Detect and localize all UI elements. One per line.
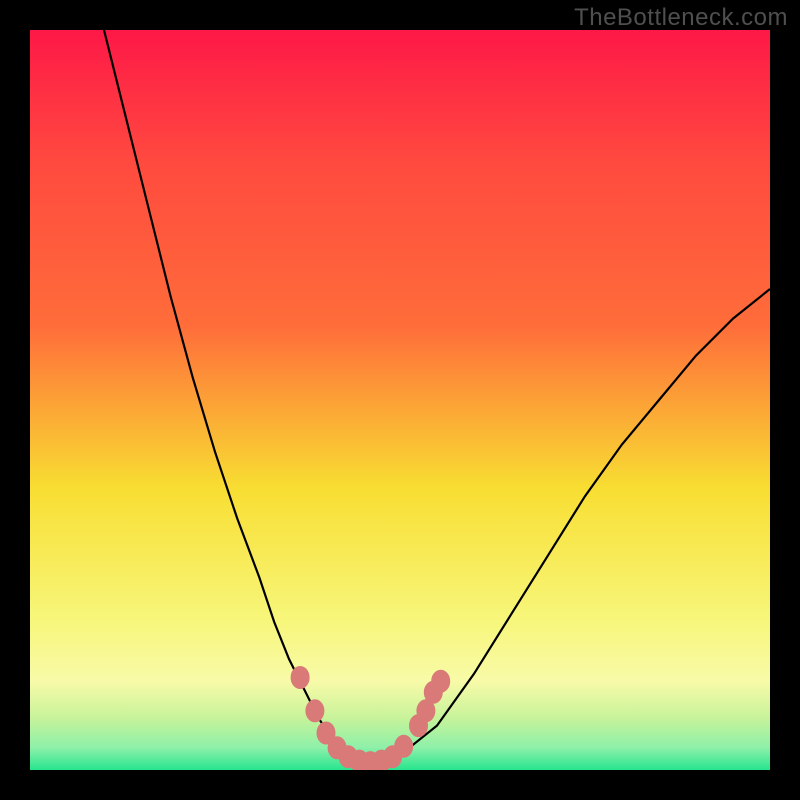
- curve-marker: [306, 700, 324, 722]
- chart-svg: [30, 30, 770, 770]
- plot-area: [30, 30, 770, 770]
- curve-marker: [432, 670, 450, 692]
- chart-frame: TheBottleneck.com: [0, 0, 800, 800]
- curve-marker: [291, 667, 309, 689]
- watermark-text: TheBottleneck.com: [574, 4, 788, 32]
- curve-marker: [395, 735, 413, 757]
